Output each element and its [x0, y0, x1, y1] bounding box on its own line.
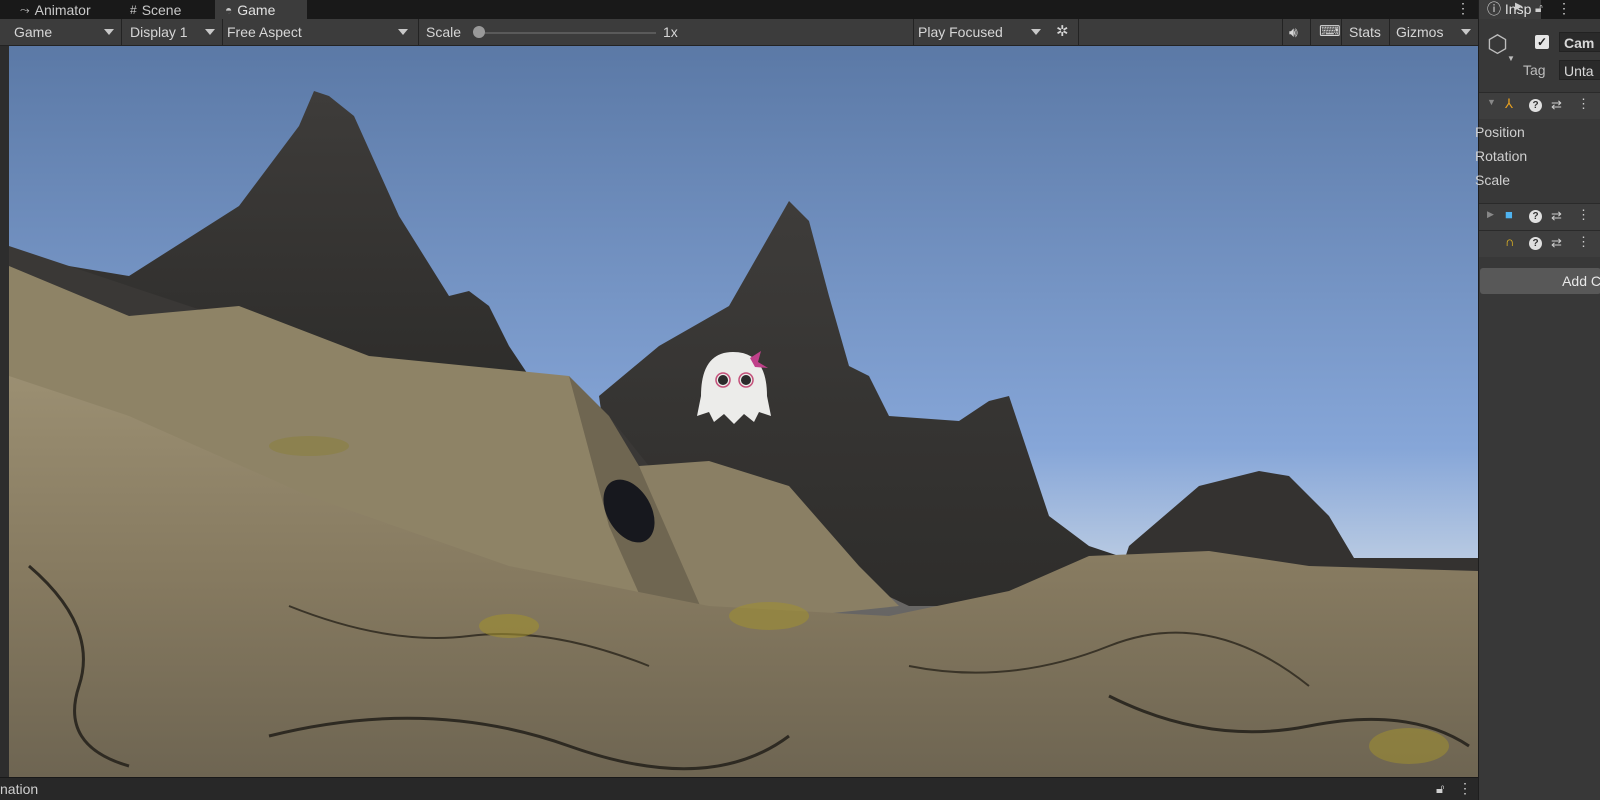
tab-game[interactable]: ◓ Game	[215, 0, 307, 19]
add-component-button[interactable]: Add C	[1480, 268, 1600, 294]
divider	[1389, 19, 1390, 45]
animator-icon: ⤳	[20, 2, 30, 17]
preset-sliders-icon[interactable]: ⇄	[1551, 208, 1562, 224]
lock-icon[interactable]: 🔓︎	[1436, 781, 1444, 797]
animation-panel-tab[interactable]: nation	[0, 781, 38, 797]
preset-sliders-icon[interactable]: ⇄	[1551, 97, 1562, 113]
object-name-field[interactable]: Cam	[1559, 32, 1600, 52]
chevron-down-icon[interactable]: ▼	[1507, 54, 1515, 63]
inspector-panel: ⓘ Insp ▶ 🔓︎ ⋮ ⬡ ▼ ✓ Cam Tag Unta ▼ ⅄ ? ⇄…	[1475, 0, 1600, 800]
position-label: Position	[1475, 124, 1525, 140]
divider	[913, 19, 914, 45]
gizmos-button[interactable]: Gizmos	[1393, 21, 1443, 43]
transform-axis-icon: ⅄	[1505, 96, 1513, 111]
tab-animator[interactable]: ⤳ Animator	[10, 0, 101, 19]
divider	[222, 19, 223, 45]
editor-tab-strip: ⤳ Animator # Scene ◓ Game ⋮	[0, 0, 1478, 19]
audio-listener-component-header[interactable]: ∩ ? ⇄ ⋮	[1479, 230, 1600, 257]
chevron-down-icon	[1031, 29, 1041, 35]
bottom-panel-bar: nation 🔓︎ ⋮	[0, 777, 1478, 800]
help-icon[interactable]: ?	[1529, 237, 1542, 250]
info-icon: ⓘ	[1487, 1, 1501, 17]
camera-component-header[interactable]: ▶ ■ ? ⇄ ⋮	[1479, 203, 1600, 230]
speaker-icon[interactable]: 🔊︎	[1286, 21, 1298, 43]
scene-grid-icon: #	[130, 2, 137, 17]
fold-arrow-icon[interactable]: ▼	[1487, 97, 1496, 107]
divider	[121, 19, 122, 45]
tab-scene-label: Scene	[141, 1, 182, 18]
divider	[1310, 19, 1311, 45]
transform-component-header[interactable]: ▼ ⅄ ? ⇄ ⋮	[1479, 92, 1600, 119]
display-dropdown-label: Display 1	[130, 24, 188, 40]
scale-label: Scale	[1475, 172, 1511, 188]
gameobject-cube-icon: ⬡	[1487, 31, 1508, 58]
active-checkbox[interactable]: ✓	[1535, 35, 1549, 49]
component-menu-kebab-icon[interactable]: ⋮	[1577, 234, 1590, 250]
scale-label: Scale	[426, 24, 462, 40]
tab-scene[interactable]: # Scene	[120, 0, 191, 19]
gamepad-icon: ◓	[225, 2, 233, 17]
aspect-dropdown-label: Free Aspect	[227, 24, 302, 40]
chevron-down-icon	[398, 29, 408, 35]
game-viewport[interactable]	[9, 46, 1478, 777]
play-arrow-icon[interactable]: ▶	[1515, 1, 1523, 12]
keyboard-icon[interactable]: ⌨	[1316, 21, 1341, 43]
camera-icon: ■	[1505, 207, 1513, 222]
tab-menu-kebab-icon[interactable]: ⋮	[1456, 0, 1470, 17]
panel-menu-kebab-icon[interactable]: ⋮	[1458, 780, 1472, 797]
display-dropdown[interactable]: Display 1	[127, 21, 219, 43]
divider	[1078, 19, 1079, 45]
help-icon[interactable]: ?	[1529, 210, 1542, 223]
fold-arrow-icon[interactable]: ▶	[1487, 209, 1494, 220]
play-mode-dropdown-label: Play Focused	[918, 24, 1003, 40]
tab-game-label: Game	[237, 1, 276, 18]
game-toolbar: Game Display 1 Free Aspect Scale 1x Play…	[0, 19, 1478, 46]
scale-slider-thumb[interactable]	[473, 26, 485, 38]
tab-animator-label: Animator	[34, 1, 91, 18]
divider	[1282, 19, 1283, 45]
game-view-dropdown-label: Game	[14, 24, 53, 40]
component-menu-kebab-icon[interactable]: ⋮	[1577, 96, 1590, 112]
chevron-down-icon	[205, 29, 215, 35]
game-render	[9, 46, 1478, 777]
moss-patch	[479, 614, 539, 638]
play-mode-dropdown[interactable]: Play Focused	[915, 21, 1045, 43]
divider	[418, 19, 419, 45]
tab-inspector[interactable]: ⓘ Insp	[1479, 0, 1541, 19]
chevron-down-icon	[1461, 29, 1471, 35]
game-view-dropdown[interactable]: Game	[11, 21, 118, 43]
divider	[1341, 19, 1342, 45]
left-panel-edge	[0, 46, 9, 777]
chevron-down-icon	[104, 29, 114, 35]
lock-icon[interactable]: 🔓︎	[1535, 1, 1543, 16]
stats-button[interactable]: Stats	[1346, 21, 1381, 43]
inspector-menu-kebab-icon[interactable]: ⋮	[1557, 0, 1571, 17]
component-menu-kebab-icon[interactable]: ⋮	[1577, 207, 1590, 223]
scale-slider[interactable]	[478, 32, 656, 34]
tag-label: Tag	[1523, 62, 1546, 78]
help-icon[interactable]: ?	[1529, 99, 1542, 112]
moss-patch	[1369, 728, 1449, 764]
bug-icon[interactable]: ✲	[1053, 21, 1069, 43]
rotation-label: Rotation	[1475, 148, 1528, 164]
scale-value: 1x	[663, 24, 678, 40]
aspect-dropdown[interactable]: Free Aspect	[224, 21, 412, 43]
headphones-icon: ∩	[1505, 234, 1515, 249]
preset-sliders-icon[interactable]: ⇄	[1551, 235, 1562, 251]
gizmos-dropdown[interactable]	[1455, 21, 1475, 43]
tag-dropdown[interactable]: Unta	[1559, 60, 1600, 80]
moss-patch	[269, 436, 349, 456]
moss-patch	[729, 602, 809, 630]
